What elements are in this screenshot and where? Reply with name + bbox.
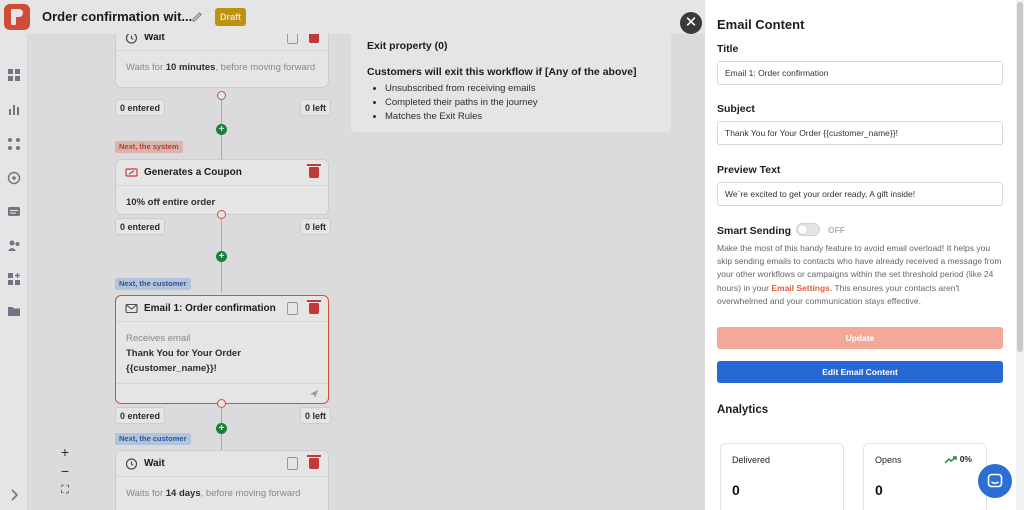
modal-backdrop[interactable]: [0, 0, 705, 510]
delivered-stat-card: Delivered 0: [720, 443, 844, 510]
edit-email-content-button[interactable]: Edit Email Content: [717, 361, 1003, 383]
stat-label: Opens: [875, 455, 902, 465]
title-field[interactable]: Email 1: Order confirmation: [717, 61, 1003, 85]
preview-text-field[interactable]: We`re excited to get your order ready, A…: [717, 182, 1003, 206]
drawer-heading: Email Content: [717, 17, 805, 32]
title-label: Title: [717, 43, 739, 55]
toggle-knob: [798, 225, 807, 234]
preview-text-label: Preview Text: [717, 164, 781, 176]
stat-label: Delivered: [732, 455, 771, 465]
opens-stat-card: Opens 0% 0: [863, 443, 987, 510]
smart-sending-description: Make the most of this handy feature to a…: [717, 242, 1005, 308]
smart-sending-toggle[interactable]: [796, 223, 820, 236]
close-drawer-button[interactable]: ✕: [680, 12, 702, 34]
subject-label: Subject: [717, 103, 755, 115]
chat-icon: [987, 473, 1003, 488]
stat-value: 0: [875, 482, 883, 498]
trend-value: 0%: [959, 454, 972, 464]
update-button[interactable]: Update: [717, 327, 1003, 349]
stat-value: 0: [732, 482, 740, 498]
toggle-state: OFF: [828, 225, 845, 235]
scrollbar-thumb[interactable]: [1017, 2, 1023, 352]
chat-support-button[interactable]: [978, 464, 1012, 498]
drawer-scrollbar[interactable]: [1016, 0, 1024, 510]
email-settings-link[interactable]: Email Settings: [771, 283, 830, 293]
trend-indicator: 0%: [944, 454, 972, 464]
email-content-drawer: Email Content Title Email 1: Order confi…: [705, 0, 1024, 510]
analytics-heading: Analytics: [717, 404, 769, 416]
subject-field[interactable]: Thank You for Your Order {{customer_name…: [717, 121, 1003, 145]
smart-sending-label: Smart Sending: [717, 225, 792, 237]
trend-up-icon: [944, 456, 957, 464]
